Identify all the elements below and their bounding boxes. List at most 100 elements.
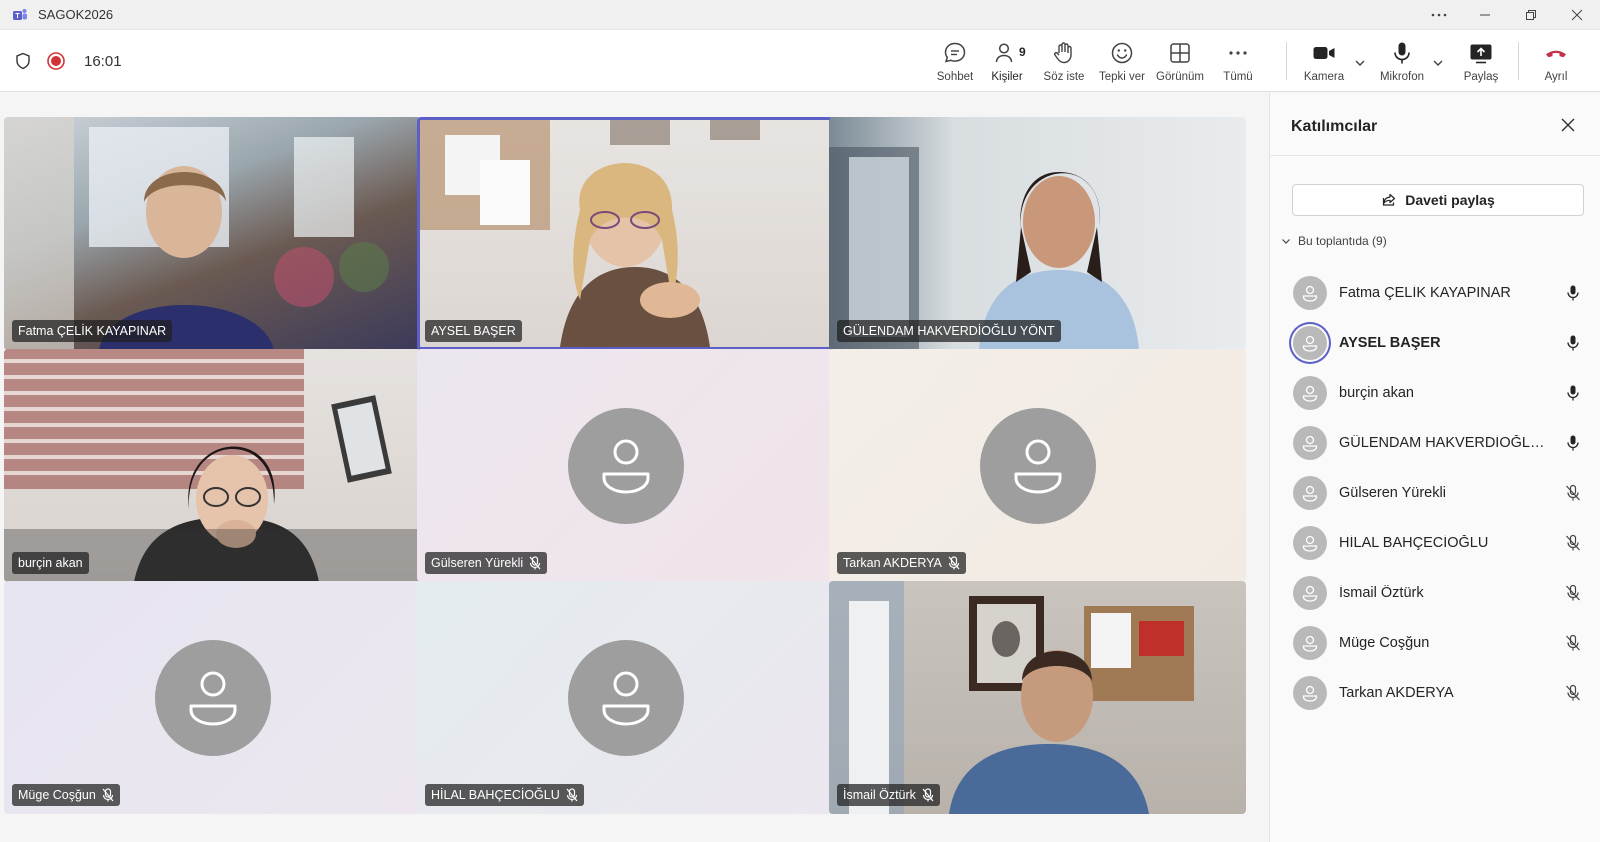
share-screen-icon (1470, 44, 1492, 64)
participant-row[interactable]: AYSEL BAŞER (1290, 318, 1590, 368)
raise-hand-button[interactable]: Söz iste (1035, 38, 1093, 90)
recording-icon (47, 52, 65, 70)
participant-row[interactable]: Gülseren Yürekli (1290, 468, 1590, 518)
restore-icon[interactable] (1508, 0, 1554, 30)
participant-name-tag: Fatma ÇELİK KAYAPINAR (12, 320, 173, 342)
share-invite-label: Daveti paylaş (1405, 192, 1495, 208)
participant-name: Gülseren Yürekli (1339, 485, 1446, 501)
participant-row[interactable]: GÜLENDAM HAKVERDİOĞLU YÖNT (1290, 418, 1590, 468)
mic-muted-icon[interactable] (1564, 584, 1582, 602)
participant-name-tag: AYSEL BAŞER (425, 320, 522, 342)
mic-muted-icon[interactable] (1564, 534, 1582, 552)
avatar (154, 639, 271, 756)
mic-muted-icon[interactable] (1564, 484, 1582, 502)
share-label: Paylaş (1463, 71, 1499, 83)
people-count-badge: 9 (1019, 45, 1026, 59)
view-label: Görünüm (1156, 71, 1204, 83)
participant-name: Müge Coşğun (1339, 635, 1430, 651)
person-icon (189, 671, 236, 725)
participant-name: İsmail Öztürk (1339, 585, 1424, 601)
avatar (1293, 526, 1327, 560)
avatar (567, 407, 684, 524)
avatar (1293, 276, 1327, 310)
participant-row[interactable]: burçin akan (1290, 368, 1590, 418)
video-tile[interactable]: Tarkan AKDERYA (829, 349, 1246, 582)
mic-icon[interactable] (1564, 384, 1582, 402)
participant-name-tag: GÜLENDAM HAKVERDİOĞLU YÖNT (837, 320, 1061, 342)
video-tile[interactable]: GÜLENDAM HAKVERDİOĞLU YÖNT (829, 117, 1246, 350)
video-tile[interactable]: HİLAL BAHÇECİOĞLU (417, 581, 834, 814)
participant-name: HİLAL BAHÇECİOĞLU (431, 788, 560, 802)
avatar (567, 639, 684, 756)
more-options-icon[interactable] (1416, 0, 1462, 30)
participant-video (4, 349, 421, 582)
grid-view-icon (1170, 43, 1190, 63)
person-icon (1302, 685, 1318, 702)
mic-muted-icon[interactable] (1564, 684, 1582, 702)
view-button[interactable]: Görünüm (1151, 38, 1209, 90)
microphone-label: Mikrofon (1379, 71, 1425, 83)
participant-name: Fatma ÇELİK KAYAPINAR (18, 324, 167, 338)
toolbar-divider (1518, 42, 1519, 80)
participant-name-tag: HİLAL BAHÇECİOĞLU (425, 784, 584, 806)
avatar (1293, 576, 1327, 610)
more-button[interactable]: Tümü (1209, 38, 1267, 90)
microphone-button[interactable]: Mikrofon (1373, 38, 1431, 90)
video-tile[interactable]: Müge Coşğun (4, 581, 421, 814)
more-label: Tümü (1223, 71, 1253, 83)
video-tile[interactable]: burçin akan (4, 349, 421, 582)
toolbar-divider (1286, 42, 1287, 80)
camera-icon (1313, 47, 1335, 59)
participant-name: burçin akan (1339, 385, 1414, 401)
leave-button[interactable]: Ayrıl (1527, 38, 1585, 90)
video-tile[interactable]: İsmail Öztürk (829, 581, 1246, 814)
mic-icon[interactable] (1564, 284, 1582, 302)
participant-row[interactable]: İsmail Öztürk (1290, 568, 1590, 618)
react-button[interactable]: Tepki ver (1093, 38, 1151, 90)
chat-label: Sohbet (936, 71, 974, 83)
participant-name: AYSEL BAŞER (431, 324, 516, 338)
camera-button[interactable]: Kamera (1295, 38, 1353, 90)
meeting-toolbar: 16:01 Sohbet Kişiler 9 Söz iste Tepki ve… (0, 30, 1600, 121)
chat-button[interactable]: Sohbet (926, 38, 984, 90)
mic-icon[interactable] (1564, 434, 1582, 452)
participant-name: AYSEL BAŞER (1339, 335, 1441, 351)
hand-icon (1054, 42, 1072, 64)
close-panel-icon[interactable] (1560, 117, 1576, 133)
panel-divider (1270, 155, 1600, 156)
mic-icon[interactable] (1564, 334, 1582, 352)
participant-name: GÜLENDAM HAKVERDİOĞLU YÖNT (843, 324, 1055, 338)
microphone-options-chevron-icon[interactable] (1431, 56, 1445, 70)
hang-up-icon (1546, 50, 1566, 58)
share-button[interactable]: Paylaş (1452, 38, 1510, 90)
avatar (1293, 676, 1327, 710)
close-window-icon[interactable] (1554, 0, 1600, 30)
camera-options-chevron-icon[interactable] (1353, 56, 1367, 70)
participant-row[interactable]: Müge Coşğun (1290, 618, 1590, 668)
participant-row[interactable]: Tarkan AKDERYA (1290, 668, 1590, 718)
chat-icon (944, 42, 966, 63)
person-icon (602, 439, 649, 493)
video-tile[interactable]: Gülseren Yürekli (417, 349, 834, 582)
participant-video (829, 581, 1194, 814)
minimize-icon[interactable] (1462, 0, 1508, 30)
teams-logo-icon: T (13, 8, 27, 20)
panel-title: Katılımcılar (1291, 118, 1378, 135)
mic-muted-icon[interactable] (1564, 634, 1582, 652)
mic-muted-icon (922, 788, 934, 802)
participant-row[interactable]: HİLAL BAHÇECİOĞLU (1290, 518, 1590, 568)
raise-hand-label: Söz iste (1043, 71, 1085, 83)
shield-icon[interactable] (14, 52, 32, 70)
share-invite-button[interactable]: Daveti paylaş (1292, 184, 1584, 216)
avatar (979, 407, 1096, 524)
person-icon (602, 671, 649, 725)
video-tile-active-speaker[interactable]: AYSEL BAŞER (417, 117, 834, 350)
participant-name-tag: Gülseren Yürekli (425, 552, 548, 574)
participants-panel: Katılımcılar Daveti paylaş Bu toplantıda… (1269, 93, 1600, 842)
participant-row[interactable]: Fatma ÇELİK KAYAPINAR (1290, 268, 1590, 318)
video-tile[interactable]: Fatma ÇELİK KAYAPINAR (4, 117, 421, 350)
in-meeting-section-toggle[interactable]: Bu toplantıda (9) (1280, 234, 1387, 248)
chevron-down-icon (1282, 239, 1290, 244)
video-stage: Fatma ÇELİK KAYAPINAR AYSEL BAŞER GÜLEND… (0, 93, 1268, 842)
people-button[interactable]: Kişiler (978, 38, 1036, 90)
